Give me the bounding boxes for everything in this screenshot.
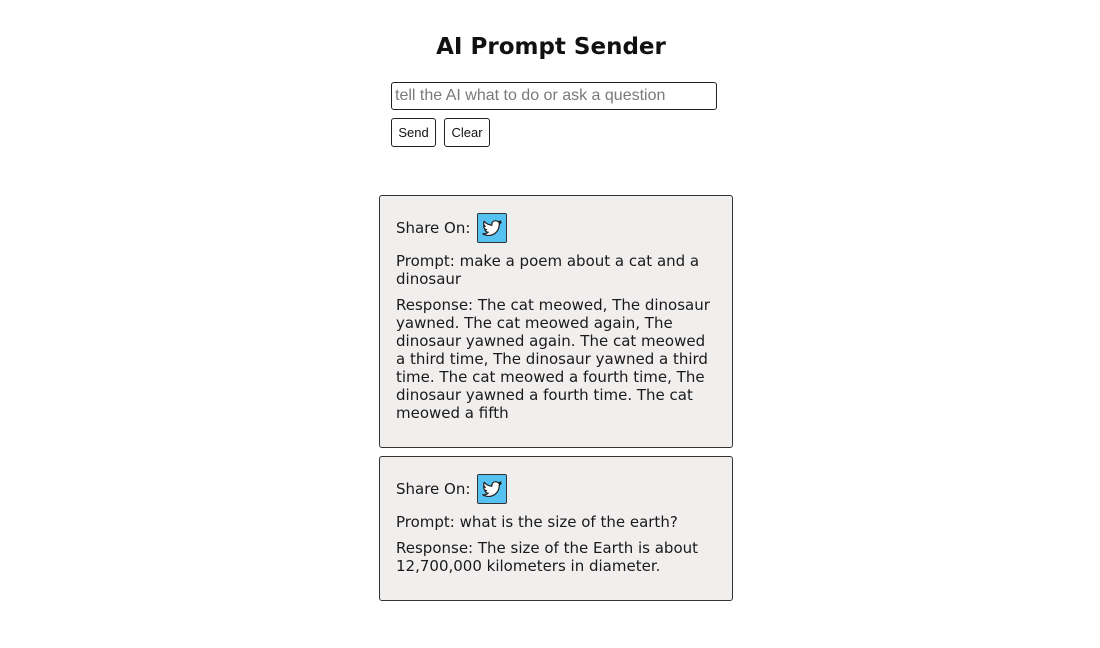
prompt-input[interactable] bbox=[391, 82, 717, 110]
prompt-text: Prompt: make a poem about a cat and a di… bbox=[396, 252, 700, 288]
share-row: Share On: bbox=[396, 473, 716, 505]
twitter-bird-icon bbox=[482, 220, 503, 237]
prompt-text: Prompt: what is the size of the earth? bbox=[396, 513, 678, 531]
response-text: Response: The size of the Earth is about… bbox=[396, 539, 699, 575]
share-label: Share On: bbox=[396, 219, 471, 237]
result-card: Share On: Prompt: make a poem about a ca… bbox=[379, 195, 733, 448]
page-title: AI Prompt Sender bbox=[436, 34, 666, 60]
share-row: Share On: bbox=[396, 212, 716, 244]
send-button[interactable]: Send bbox=[391, 118, 436, 147]
twitter-share-button[interactable] bbox=[477, 213, 508, 243]
twitter-bird-icon bbox=[482, 481, 503, 498]
clear-button[interactable]: Clear bbox=[444, 118, 490, 147]
share-label: Share On: bbox=[396, 480, 471, 498]
twitter-share-button[interactable] bbox=[477, 474, 508, 504]
response-text: Response: The cat meowed, The dinosaur y… bbox=[396, 296, 710, 422]
result-card: Share On: Prompt: what is the size of th… bbox=[379, 456, 733, 601]
